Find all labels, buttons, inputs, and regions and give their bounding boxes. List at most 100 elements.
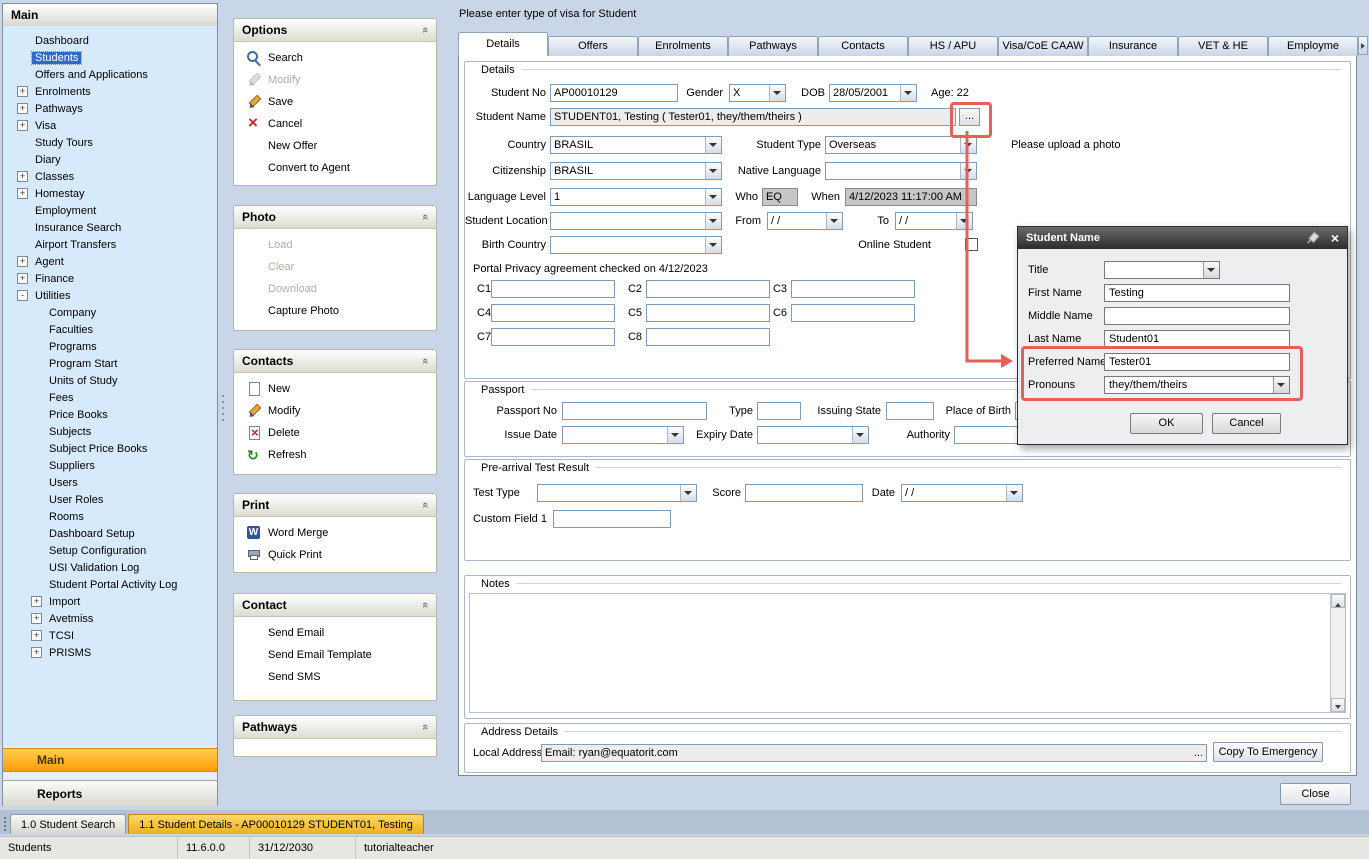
chevron-down-icon[interactable] [956,213,972,229]
chevron-down-icon[interactable] [960,163,976,179]
collapse-chevron-icon[interactable] [419,27,431,33]
sidebar-item-finance[interactable]: + Finance [3,270,217,287]
sidebar-item-utilities[interactable]: - Utilities [3,287,217,304]
new-offer-button[interactable]: New Offer [234,135,436,157]
sidebar-item-homestay[interactable]: + Homestay [3,185,217,202]
tab-offers[interactable]: Offers [548,36,638,56]
panel-header[interactable]: Contact [234,594,436,617]
notes-scrollbar[interactable] [1330,594,1345,712]
chevron-down-icon[interactable] [705,237,721,253]
tree-expander-icon[interactable]: + [17,256,28,267]
online-student-checkbox[interactable] [965,238,978,251]
chevron-down-icon[interactable] [1273,377,1289,393]
sidebar-item-faculties[interactable]: Faculties [3,321,217,338]
sidebar-item-dashboard[interactable]: Dashboard [3,32,217,49]
main-nav-button[interactable]: Main [3,748,217,772]
send-email-template-button[interactable]: Send Email Template [234,644,436,666]
contact-delete-button[interactable]: Delete [234,422,436,444]
passport-no-input[interactable] [562,402,707,420]
close-button[interactable]: Close [1280,783,1351,805]
chevron-down-icon[interactable] [705,213,721,229]
tree-expander-icon[interactable]: + [31,647,42,658]
panel-header[interactable]: Pathways [234,716,436,739]
tab-employment[interactable]: Employme [1268,36,1358,56]
modify-button[interactable]: Modify [234,69,436,91]
c7-input[interactable] [491,328,615,346]
to-date-select[interactable]: / / [895,212,973,230]
student-no-input[interactable]: AP00010129 [550,84,678,102]
tree-expander-icon[interactable]: + [17,171,28,182]
copy-to-emergency-button[interactable]: Copy To Emergency [1213,742,1323,762]
chevron-down-icon[interactable] [960,137,976,153]
photo-load-button[interactable]: Load [234,234,436,256]
tree-expander-icon[interactable]: + [17,120,28,131]
sidebar-item-enrolments[interactable]: + Enrolments [3,83,217,100]
sidebar-item-programs[interactable]: Programs [3,338,217,355]
tree-expander-icon[interactable]: + [31,596,42,607]
tab-details[interactable]: Details [458,32,548,56]
convert-to-agent-button[interactable]: Convert to Agent [234,157,436,179]
sidebar-item-price-books[interactable]: Price Books [3,406,217,423]
sidebar-item-subjects[interactable]: Subjects [3,423,217,440]
sidebar-splitter[interactable] [219,3,228,806]
sidebar-item-rooms[interactable]: Rooms [3,508,217,525]
country-select[interactable]: BRASIL [550,136,722,154]
tree-expander-icon[interactable]: - [17,290,28,301]
tab-hs-apu[interactable]: HS / APU [908,36,998,56]
sidebar-item-tcsi[interactable]: + TCSI [3,627,217,644]
sidebar-item-import[interactable]: + Import [3,593,217,610]
tree-expander-icon[interactable]: + [17,188,28,199]
cancel-button[interactable]: Cancel [234,113,436,135]
notes-textarea[interactable] [470,594,1329,712]
sidebar-item-suppliers[interactable]: Suppliers [3,457,217,474]
middle-name-input[interactable] [1104,307,1290,325]
student-location-select[interactable] [550,212,722,230]
sidebar-item-employment[interactable]: Employment [3,202,217,219]
student-name-input[interactable]: STUDENT01, Testing ( Tester01, they/them… [550,108,956,126]
sidebar-item-avetmiss[interactable]: + Avetmiss [3,610,217,627]
panel-header[interactable]: Options [234,19,436,42]
sidebar-item-student-portal-activity-log[interactable]: Student Portal Activity Log [3,576,217,593]
from-date-select[interactable]: / / [767,212,843,230]
sidebar-item-units-of-study[interactable]: Units of Study [3,372,217,389]
sidebar-item-airport-transfers[interactable]: Airport Transfers [3,236,217,253]
tab-enrolments[interactable]: Enrolments [638,36,728,56]
local-address-field[interactable]: Email: ryan@equatorit.com ... [541,744,1207,762]
scroll-up-icon[interactable] [1331,594,1345,608]
chevron-down-icon[interactable] [667,427,683,443]
custom-field-input[interactable] [553,510,671,528]
sidebar-item-user-roles[interactable]: User Roles [3,491,217,508]
c8-input[interactable] [646,328,770,346]
save-button[interactable]: Save [234,91,436,113]
contact-modify-button[interactable]: Modify [234,400,436,422]
collapse-chevron-icon[interactable] [419,724,431,730]
tab-scroll-button[interactable] [1358,36,1368,55]
taskbar-grip[interactable] [0,814,10,834]
word-merge-button[interactable]: Word Merge [234,522,436,544]
collapse-chevron-icon[interactable] [419,602,431,608]
citizenship-select[interactable]: BRASIL [550,162,722,180]
pronouns-select[interactable]: they/them/theirs [1104,376,1290,394]
sidebar-item-subject-price-books[interactable]: Subject Price Books [3,440,217,457]
preferred-name-input[interactable]: Tester01 [1104,353,1290,371]
sidebar-item-diary[interactable]: Diary [3,151,217,168]
sidebar-item-program-start[interactable]: Program Start [3,355,217,372]
chevron-down-icon[interactable] [1006,485,1022,501]
tab-insurance[interactable]: Insurance [1088,36,1178,56]
tab-contacts[interactable]: Contacts [818,36,908,56]
chevron-down-icon[interactable] [900,85,916,101]
sidebar-item-pathways[interactable]: + Pathways [3,100,217,117]
c4-input[interactable] [491,304,615,322]
send-email-button[interactable]: Send Email [234,622,436,644]
tree-expander-icon[interactable]: + [17,273,28,284]
chevron-down-icon[interactable] [852,427,868,443]
capture-photo-button[interactable]: Capture Photo [234,300,436,322]
tree-expander-icon[interactable]: + [17,86,28,97]
tree-expander-icon[interactable]: + [17,103,28,114]
reports-nav-button[interactable]: Reports [3,780,217,806]
language-level-select[interactable]: 1 [550,188,722,206]
scroll-down-icon[interactable] [1331,698,1345,712]
dob-select[interactable]: 28/05/2001 [829,84,917,102]
task-tab-student-search[interactable]: 1.0 Student Search [10,814,126,834]
sidebar-item-dashboard-setup[interactable]: Dashboard Setup [3,525,217,542]
